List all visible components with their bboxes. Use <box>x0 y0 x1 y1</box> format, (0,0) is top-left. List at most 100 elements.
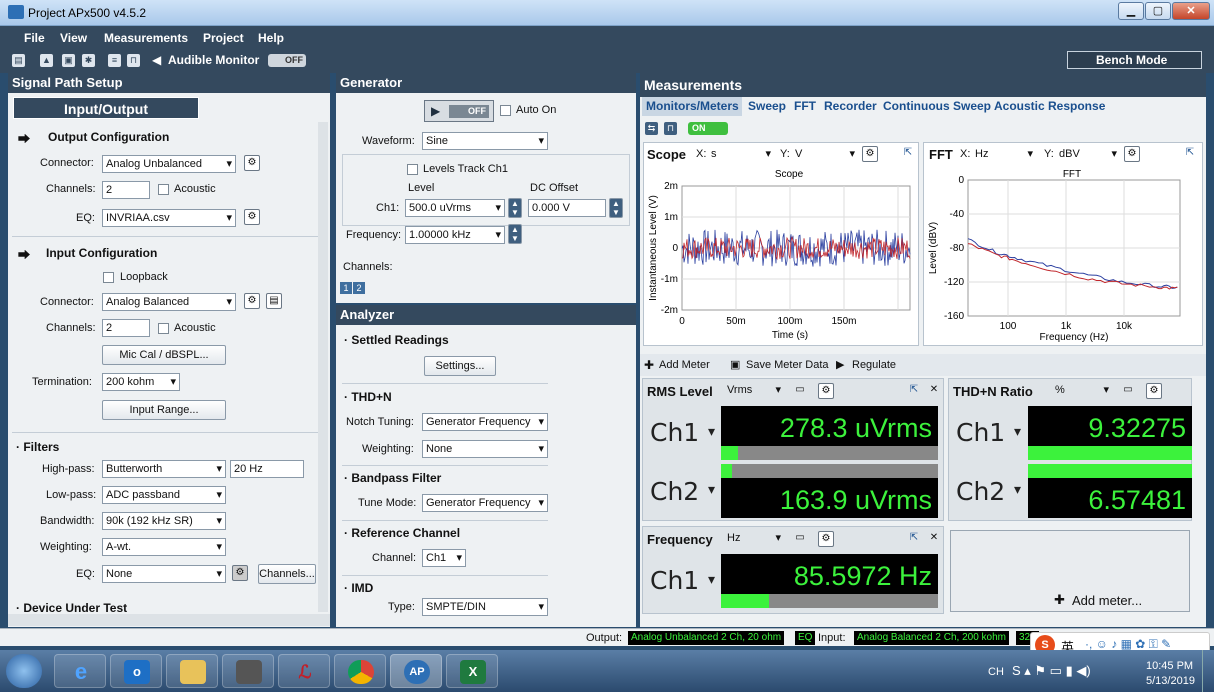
menu-measurements[interactable]: Measurements <box>104 31 188 45</box>
monitor-on-toggle[interactable]: ON <box>688 122 728 135</box>
add-meter-panel[interactable] <box>950 530 1190 612</box>
thdn-unit-select[interactable]: % <box>1052 382 1112 400</box>
menu-file[interactable]: File <box>24 31 45 45</box>
show-desktop-button[interactable] <box>1202 650 1214 692</box>
audible-monitor-toggle[interactable]: OFF <box>268 54 306 67</box>
out-settings-icon[interactable]: ⚙ <box>244 155 260 171</box>
out-channels-stepper[interactable]: 2 <box>102 181 150 199</box>
fft-settings-icon[interactable]: ⚙ <box>1124 146 1140 162</box>
menu-project[interactable]: Project <box>203 31 244 45</box>
add-meter-button[interactable]: Add Meter <box>659 359 710 371</box>
scope-popout-icon[interactable]: ⇱ <box>900 146 916 162</box>
termination-select[interactable]: 200 kohm <box>102 373 180 391</box>
rms-settings-icon[interactable]: ⚙ <box>818 383 834 399</box>
freq-close-icon[interactable]: ✕ <box>926 531 942 547</box>
waveform-select[interactable]: Sine <box>422 132 548 150</box>
left-hscrollbar[interactable] <box>8 614 330 626</box>
close-button[interactable]: ✕ <box>1172 2 1210 20</box>
tab-monitors-meters[interactable]: Monitors/Meters <box>646 99 739 113</box>
menu-view[interactable]: View <box>60 31 87 45</box>
bandwidth-select[interactable]: 90k (192 kHz SR) <box>102 512 226 530</box>
gen-ch1-button[interactable]: 1 <box>340 282 352 294</box>
in-info-icon[interactable]: ▤ <box>266 293 282 309</box>
scope-settings-icon[interactable]: ⚙ <box>862 146 878 162</box>
channels-button[interactable]: Channels... <box>258 564 316 584</box>
minimize-button[interactable]: ▁ <box>1118 2 1144 20</box>
out-eq-select[interactable]: INVRIAA.csv <box>102 209 236 227</box>
gen-ch2-button[interactable]: 2 <box>353 282 365 294</box>
weighting-select[interactable]: A-wt. <box>102 538 226 556</box>
settings-icon[interactable]: ✱ <box>82 54 95 67</box>
frequency-input[interactable]: 1.00000 kHz <box>405 226 505 244</box>
meter-toolbar-icon[interactable]: ⊓ <box>664 122 677 135</box>
bench-mode-dropdown[interactable]: Bench Mode <box>1067 51 1202 69</box>
fft-x-select[interactable]: Hz <box>972 146 1036 164</box>
thdn-ch1-dropdown-icon[interactable]: ▾ <box>1014 424 1021 440</box>
tab-sweep[interactable]: Sweep <box>748 99 786 113</box>
in-acoustic-checkbox[interactable] <box>158 323 169 334</box>
explorer-task[interactable] <box>166 654 218 688</box>
freq-settings-icon[interactable]: ⚙ <box>818 531 834 547</box>
lang-indicator[interactable]: CH <box>988 666 1004 678</box>
level-input[interactable]: 500.0 uVrms <box>405 199 505 217</box>
freq-graph-icon[interactable]: ▭ <box>792 531 808 547</box>
rms-unit-select[interactable]: Vrms <box>724 382 784 400</box>
status-eq[interactable]: EQ <box>795 631 816 645</box>
generator-power-button[interactable]: ▶ OFF <box>424 100 494 122</box>
an-weighting-select[interactable]: None <box>422 440 548 458</box>
clock-date[interactable]: 5/13/2019 <box>1146 675 1195 687</box>
levels-track-checkbox[interactable] <box>407 164 418 175</box>
io-selector[interactable]: Input/Output <box>13 97 199 119</box>
regulate-button[interactable]: Regulate <box>852 359 896 371</box>
rms-ch2-dropdown-icon[interactable]: ▾ <box>708 482 715 498</box>
ie-task[interactable]: e <box>54 654 106 688</box>
thdn-graph-icon[interactable]: ▭ <box>1120 383 1136 399</box>
imd-type-select[interactable]: SMPTE/DIN <box>422 598 548 616</box>
level-spin[interactable]: ▲ ▼ <box>508 198 522 218</box>
new-icon[interactable]: ▤ <box>12 54 25 67</box>
highpass-select[interactable]: Butterworth <box>102 460 226 478</box>
out-acoustic-checkbox[interactable] <box>158 184 169 195</box>
outlook-task[interactable]: o <box>110 654 162 688</box>
app-task[interactable] <box>222 654 274 688</box>
freq-ch1-dropdown-icon[interactable]: ▾ <box>708 572 715 588</box>
loopback-checkbox[interactable] <box>103 272 114 283</box>
rms-close-icon[interactable]: ✕ <box>926 383 942 399</box>
eq-settings-icon[interactable]: ⚙ <box>244 209 260 225</box>
filter-eq-select[interactable]: None <box>102 565 226 583</box>
ref-channel-select[interactable]: Ch1 <box>422 549 466 567</box>
add-meter-panel-label[interactable]: Add meter... <box>1072 593 1142 608</box>
save-icon[interactable]: ▣ <box>62 54 75 67</box>
settled-settings-button[interactable]: Settings... <box>424 356 496 376</box>
notch-select[interactable]: Generator Frequency <box>422 413 548 431</box>
open-icon[interactable]: ▲ <box>40 54 53 67</box>
scope-y-select[interactable]: V <box>792 146 858 164</box>
fft-y-select[interactable]: dBV <box>1056 146 1120 164</box>
rms-graph-icon[interactable]: ▭ <box>792 383 808 399</box>
mic-cal-button[interactable]: Mic Cal / dBSPL... <box>102 345 226 365</box>
frequency-spin[interactable]: ▲ ▼ <box>508 224 522 244</box>
tab-recorder[interactable]: Recorder <box>824 99 877 113</box>
thdn-settings-icon[interactable]: ⚙ <box>1146 383 1162 399</box>
menu-help[interactable]: Help <box>258 31 284 45</box>
tune-select[interactable]: Generator Frequency <box>422 494 548 512</box>
in-connector-select[interactable]: Analog Balanced <box>102 293 236 311</box>
auto-on-checkbox[interactable] <box>500 105 511 116</box>
ltspice-task[interactable]: ℒ <box>278 654 330 688</box>
signal-icon[interactable]: ≡ <box>108 54 121 67</box>
status-output-value[interactable]: Analog Unbalanced 2 Ch, 20 ohm <box>628 631 785 645</box>
fft-popout-icon[interactable]: ⇱ <box>1182 146 1198 162</box>
freq-popout-icon[interactable]: ⇱ <box>906 531 922 547</box>
scope-toolbar-icon[interactable]: ⇆ <box>645 122 658 135</box>
freq-unit-select[interactable]: Hz <box>724 530 784 548</box>
apx-task[interactable]: AP <box>390 654 442 688</box>
thdn-ch2-dropdown-icon[interactable]: ▾ <box>1014 482 1021 498</box>
tab-fft[interactable]: FFT <box>794 99 816 113</box>
maximize-button[interactable]: ▢ <box>1145 2 1171 20</box>
start-button[interactable] <box>6 654 42 688</box>
rms-ch1-dropdown-icon[interactable]: ▾ <box>708 424 715 440</box>
in-settings-icon[interactable]: ⚙ <box>244 293 260 309</box>
meter-icon[interactable]: ⊓ <box>127 54 140 67</box>
tray-icons[interactable]: S ▴ ⚑ ▭ ▮ ◀) <box>1012 663 1091 679</box>
left-scrollbar[interactable] <box>318 122 328 612</box>
